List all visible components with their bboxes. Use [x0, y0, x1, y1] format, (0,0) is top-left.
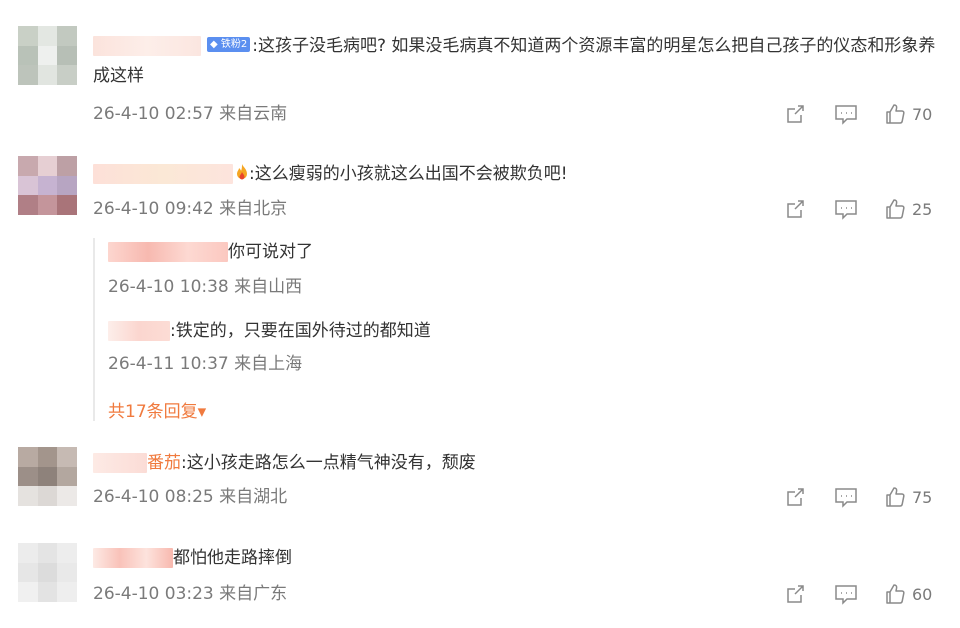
share-button[interactable] [784, 198, 806, 220]
username[interactable] [108, 242, 228, 262]
fan-badge[interactable]: ◆ 铁粉2 [207, 36, 251, 52]
like-button[interactable]: 75 [884, 486, 932, 508]
reply-text: 你可说对了 [228, 242, 313, 262]
comment-actions: 25 [784, 197, 932, 221]
share-icon [787, 585, 804, 603]
comment-text-line: :这么瘦弱的小孩就这么出国不会被欺负吧! [93, 162, 568, 186]
share-icon [787, 488, 804, 506]
username[interactable] [93, 453, 147, 473]
reply-thread-line [93, 238, 95, 421]
comment-meta: 26-4-10 09:42 来自北京 [93, 198, 287, 220]
like-count: 70 [912, 104, 933, 124]
reply-meta: 26-4-10 10:38 来自山西 [108, 276, 302, 298]
like-count: 25 [912, 199, 933, 219]
comment-icon [835, 488, 857, 508]
like-count: 75 [912, 487, 933, 507]
share-icon [787, 105, 804, 123]
comment-actions: 75 [784, 485, 932, 509]
comment-location: 来自广东 [219, 584, 288, 604]
comment-time: 26-4-10 03:23 [93, 584, 214, 604]
reply-item: :铁定的，只要在国外待过的都知道 26-4-11 10:37 来自上海 [108, 319, 431, 374]
reply-location: 来自上海 [234, 354, 303, 374]
reply-text-line: :铁定的，只要在国外待过的都知道 [108, 319, 431, 343]
comment-button[interactable] [834, 486, 858, 508]
comment-location: 来自湖北 [219, 487, 288, 507]
username[interactable] [108, 321, 170, 341]
reply-text-line: 你可说对了 [108, 240, 313, 264]
share-icon [787, 200, 804, 218]
reply-time: 26-4-10 10:38 [108, 277, 229, 297]
comment-meta: 26-4-10 02:57 来自云南 [93, 103, 287, 125]
comment-text: :这么瘦弱的小孩就这么出国不会被欺负吧! [249, 164, 568, 184]
like-count: 60 [912, 584, 933, 604]
comment-icon [835, 200, 857, 220]
username[interactable] [93, 548, 173, 568]
comment-time: 26-4-10 09:42 [93, 199, 214, 219]
like-button[interactable]: 70 [884, 103, 932, 125]
comment-button[interactable] [834, 198, 858, 220]
comment-time: 26-4-10 08:25 [93, 487, 214, 507]
share-button[interactable] [784, 103, 806, 125]
comment-actions: 60 [784, 582, 932, 606]
comment-icon [835, 585, 857, 605]
username[interactable] [93, 36, 201, 56]
fire-emoji-icon [237, 164, 247, 180]
reply-meta: 26-4-11 10:37 来自上海 [108, 353, 302, 375]
like-button[interactable]: 60 [884, 583, 932, 605]
comment-time: 26-4-10 02:57 [93, 104, 214, 124]
more-replies-link[interactable]: 共17条回复▾ [108, 397, 206, 422]
username-suffix[interactable]: 番茄 [147, 453, 181, 473]
comment-text: :这小孩走路怎么一点精气神没有，颓废 [181, 453, 476, 473]
reply-item: 你可说对了 26-4-10 10:38 来自山西 [108, 240, 313, 297]
avatar[interactable] [18, 26, 77, 85]
comment-text-line: 番茄:这小孩走路怎么一点精气神没有，颓废 [93, 451, 476, 475]
comment-actions: 70 [784, 102, 932, 126]
comment-text-line: ◆ 铁粉2:这孩子没毛病吧? 如果没毛病真不知道两个资源丰富的明星怎么把自己孩子… [93, 31, 943, 91]
comment-meta: 26-4-10 03:23 来自广东 [93, 583, 287, 605]
comment-button[interactable] [834, 103, 858, 125]
thumbs-up-icon [886, 584, 905, 604]
thumbs-up-icon [886, 199, 905, 219]
comment-location: 来自北京 [219, 199, 288, 219]
comment-meta: 26-4-10 08:25 来自湖北 [93, 486, 287, 508]
comment-location: 来自云南 [219, 104, 288, 124]
comment-text-line: 都怕他走路摔倒 [93, 546, 292, 570]
thumbs-up-icon [886, 104, 905, 124]
share-button[interactable] [784, 583, 806, 605]
comment-button[interactable] [834, 583, 858, 605]
reply-location: 来自山西 [234, 277, 303, 297]
avatar[interactable] [18, 447, 77, 506]
avatar[interactable] [18, 156, 77, 215]
avatar[interactable] [18, 543, 77, 602]
reply-text: :铁定的，只要在国外待过的都知道 [170, 321, 431, 341]
username[interactable] [93, 164, 233, 184]
like-button[interactable]: 25 [884, 198, 932, 220]
thumbs-up-icon [886, 487, 905, 507]
share-button[interactable] [784, 486, 806, 508]
comment-text: 都怕他走路摔倒 [173, 548, 292, 568]
fan-badge-label: 铁粉2 [220, 38, 248, 50]
comment-icon [835, 105, 857, 125]
reply-time: 26-4-11 10:37 [108, 354, 229, 374]
